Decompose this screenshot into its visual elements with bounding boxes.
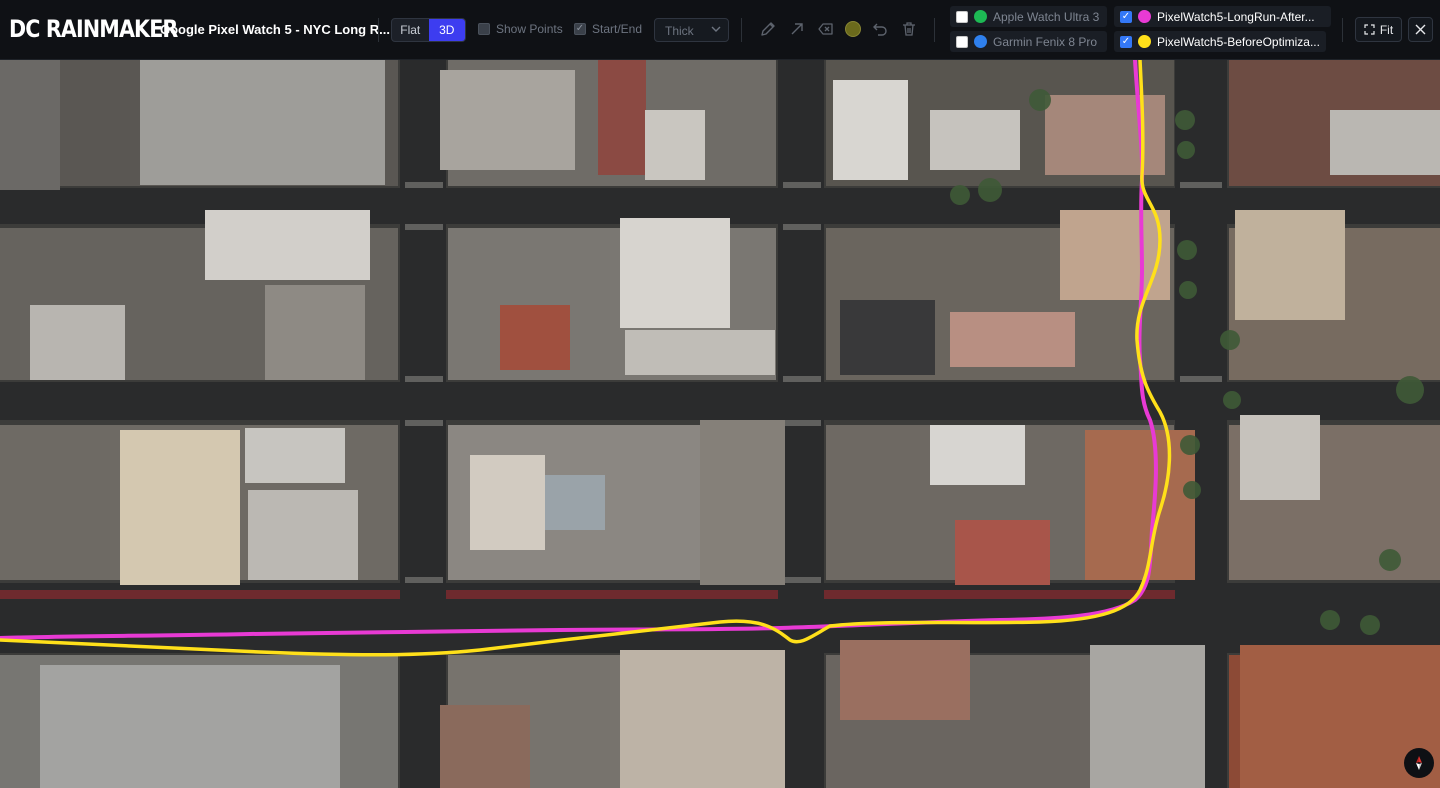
- track-color-dot: [1138, 35, 1151, 48]
- show-points-label: Show Points: [496, 22, 563, 36]
- pencil-icon[interactable]: [759, 20, 777, 38]
- eraser-icon[interactable]: [817, 20, 835, 38]
- close-icon: [1415, 24, 1426, 35]
- close-button[interactable]: [1408, 17, 1433, 42]
- color-swatch[interactable]: [845, 21, 861, 37]
- start-end-label: Start/End: [592, 22, 643, 36]
- track-label: Garmin Fenix 8 Pro: [993, 34, 1098, 49]
- track-checkbox[interactable]: ✓: [1120, 35, 1132, 48]
- 3d-view-button[interactable]: 3D: [428, 19, 465, 41]
- track-checkbox[interactable]: [956, 10, 968, 23]
- track-chip-garmin-fenix-8-pro[interactable]: Garmin Fenix 8 Pro: [950, 31, 1107, 52]
- chevron-down-icon: [711, 26, 721, 32]
- arrow-icon[interactable]: [788, 20, 806, 38]
- track-label: PixelWatch5-LongRun-After...: [1157, 9, 1315, 24]
- map-view[interactable]: [0, 60, 1440, 788]
- track-color-dot: [974, 10, 987, 23]
- bus-lanes: [0, 590, 1175, 599]
- undo-icon[interactable]: [871, 20, 889, 38]
- divider: [1342, 18, 1343, 42]
- show-points-checkbox[interactable]: [478, 23, 490, 35]
- track-chip-pixelwatch5-longrun[interactable]: ✓ PixelWatch5-LongRun-After...: [1114, 6, 1331, 27]
- track-label: Apple Watch Ultra 3: [993, 9, 1100, 24]
- line-weight-select[interactable]: Thick: [654, 18, 729, 42]
- track-chip-apple-watch-ultra-3[interactable]: Apple Watch Ultra 3: [950, 6, 1107, 27]
- show-points-toggle[interactable]: Show Points: [478, 22, 563, 36]
- top-toolbar: DC RAINMAKER Google Pixel Watch 5 - NYC …: [0, 0, 1440, 60]
- compass-button[interactable]: [1404, 748, 1434, 778]
- brand-logo: DC RAINMAKER: [9, 15, 178, 43]
- satellite-map[interactable]: [0, 60, 1440, 788]
- start-end-toggle[interactable]: ✓ Start/End: [574, 22, 642, 36]
- divider: [378, 18, 379, 42]
- fit-button[interactable]: Fit: [1355, 17, 1402, 42]
- start-end-checkbox[interactable]: ✓: [574, 23, 586, 35]
- divider: [741, 18, 742, 42]
- divider: [934, 18, 935, 42]
- fit-label: Fit: [1379, 22, 1394, 37]
- track-checkbox[interactable]: [956, 35, 968, 48]
- track-color-dot: [974, 35, 987, 48]
- fit-icon: [1364, 24, 1375, 35]
- view-mode-toggle: Flat 3D: [391, 18, 466, 42]
- track-color-dot: [1138, 10, 1151, 23]
- line-weight-value: Thick: [665, 24, 694, 38]
- trash-icon[interactable]: [900, 20, 918, 38]
- track-chip-pixelwatch5-beforeoptimization[interactable]: ✓ PixelWatch5-BeforeOptimiza...: [1114, 31, 1326, 52]
- track-label: PixelWatch5-BeforeOptimiza...: [1157, 34, 1320, 49]
- track-checkbox[interactable]: ✓: [1120, 10, 1132, 23]
- compass-icon: [1416, 756, 1422, 770]
- flat-view-button[interactable]: Flat: [392, 19, 429, 41]
- activity-title: Google Pixel Watch 5 - NYC Long R...: [160, 22, 390, 37]
